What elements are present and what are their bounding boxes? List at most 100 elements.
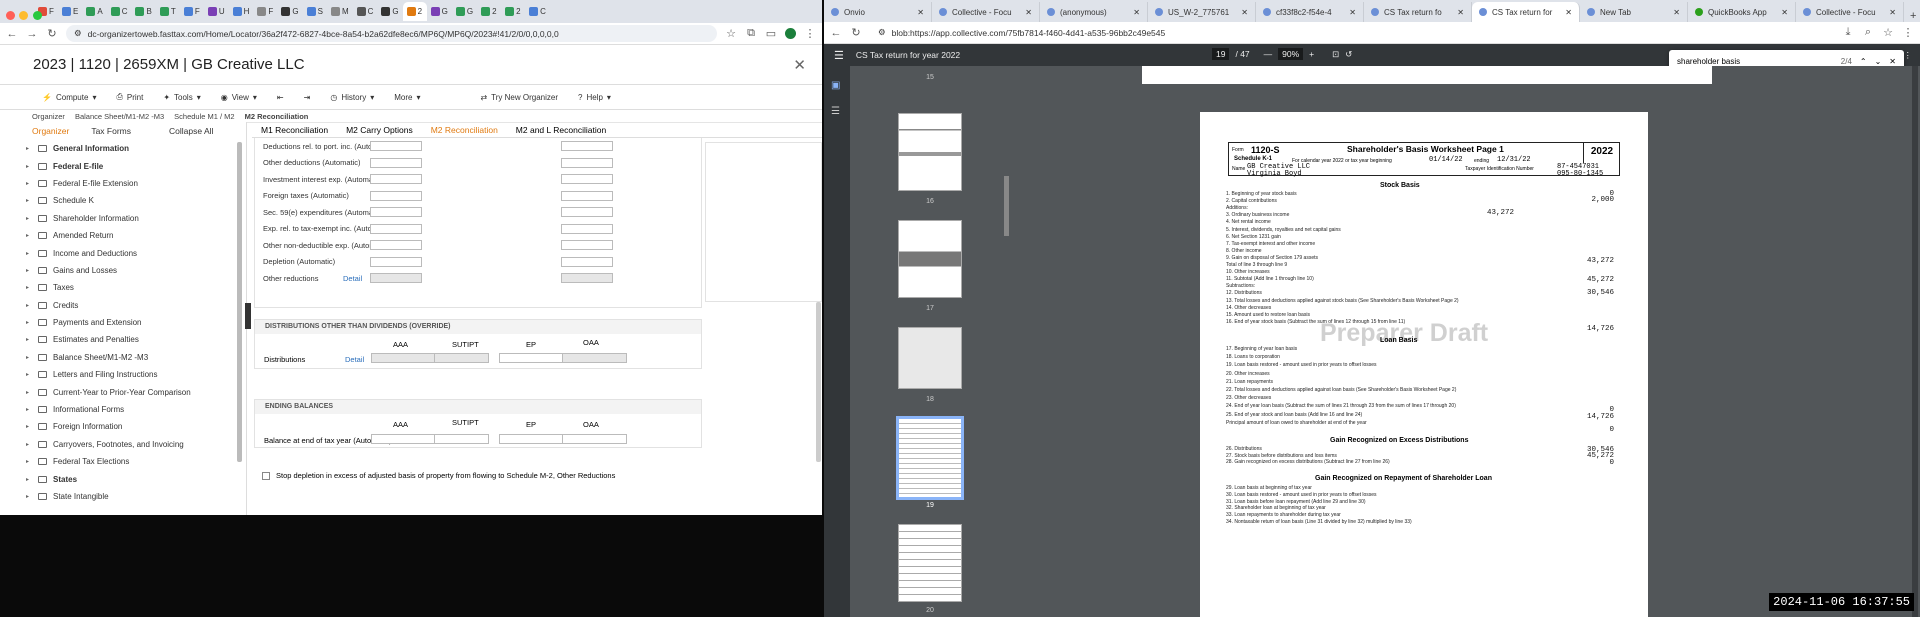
view-menu[interactable]: ◉ View ▾ — [211, 93, 267, 102]
pdf-page-input[interactable]: 19 — [1212, 48, 1230, 60]
browser-tab[interactable]: G — [277, 2, 302, 21]
browser-tab[interactable]: 2 — [501, 2, 525, 21]
sidebar-item[interactable]: ▸ Taxes — [0, 279, 246, 296]
browser-tab[interactable]: F — [253, 2, 277, 21]
profile-avatar[interactable] — [785, 28, 796, 39]
reduction-aaa-field[interactable] — [370, 207, 422, 217]
expand-arrow-icon[interactable]: ▸ — [26, 336, 32, 343]
breadcrumb-item[interactable]: Organizer — [32, 112, 65, 121]
browser-tab[interactable]: (anonymous) ✕ — [1040, 2, 1148, 22]
reload-icon[interactable]: ↻ — [850, 26, 862, 39]
browser-tab[interactable]: CS Tax return fo ✕ — [1364, 2, 1472, 22]
expand-arrow-icon[interactable]: ▸ — [26, 441, 32, 448]
breadcrumb-item[interactable]: Balance Sheet/M1-M2 -M3 — [75, 112, 164, 121]
browser-tab[interactable]: T — [156, 2, 180, 21]
close-icon[interactable]: ✕ — [793, 56, 806, 74]
sidebar-item[interactable]: ▸ Letters and Filing Instructions — [0, 366, 246, 383]
expand-arrow-icon[interactable]: ▸ — [26, 180, 32, 187]
reduction-aaa-field[interactable] — [370, 240, 422, 250]
tab-m1-reconciliation[interactable]: M1 Reconciliation — [261, 125, 328, 135]
browser-tab[interactable]: H — [229, 2, 254, 21]
browser-tab[interactable]: US_W-2_775761 ✕ — [1148, 2, 1256, 22]
zoom-in-icon[interactable]: + — [1309, 49, 1314, 59]
reduction-oaa-field[interactable] — [561, 157, 613, 168]
tab-close-icon[interactable]: ✕ — [1133, 8, 1140, 17]
reduction-oaa-field[interactable] — [561, 174, 613, 184]
thumbnails-icon[interactable]: ▣ — [831, 80, 840, 91]
tab-close-icon[interactable]: ✕ — [1457, 8, 1464, 17]
tab-close-icon[interactable]: ✕ — [1565, 8, 1572, 17]
collapse-all-link[interactable]: Collapse All — [169, 126, 213, 136]
rotate-icon[interactable]: ↺ — [1345, 49, 1352, 60]
expand-arrow-icon[interactable]: ▸ — [26, 215, 32, 222]
tab-close-icon[interactable]: ✕ — [1349, 8, 1356, 17]
distributions-ep-field[interactable] — [499, 353, 564, 363]
expand-arrow-icon[interactable]: ▸ — [26, 197, 32, 204]
expand-arrow-icon[interactable]: ▸ — [26, 302, 32, 309]
reduction-aaa-field[interactable] — [370, 256, 422, 267]
sidebar-item[interactable]: ▸ States — [0, 470, 246, 487]
back-icon[interactable]: ← — [830, 27, 842, 39]
tab-close-icon[interactable]: ✕ — [917, 8, 924, 17]
tab-close-icon[interactable]: ✕ — [1025, 8, 1032, 17]
expand-arrow-icon[interactable]: ▸ — [26, 476, 32, 483]
sidebar-scrollbar[interactable] — [237, 142, 242, 462]
tab-close-icon[interactable]: ✕ — [1781, 8, 1788, 17]
close-window-button[interactable] — [6, 11, 15, 20]
page-thumbnail[interactable] — [898, 524, 962, 602]
expand-arrow-icon[interactable]: ▸ — [26, 371, 32, 378]
tools-menu[interactable]: ✦ Tools ▾ — [153, 93, 210, 102]
extensions-icon[interactable]: ⧉ — [745, 27, 757, 40]
more-menu[interactable]: More ▾ — [384, 93, 430, 102]
balance-sutipt-field[interactable] — [434, 434, 489, 444]
print-button[interactable]: ⎙ Print — [106, 92, 153, 102]
history-menu[interactable]: ◷ History ▾ — [320, 93, 384, 102]
form-scrollbar[interactable] — [816, 302, 821, 462]
help-menu[interactable]: ? Help ▾ — [568, 93, 621, 102]
bookmark-star-icon[interactable]: ☆ — [725, 27, 737, 40]
distributions-sutipt-field[interactable] — [434, 353, 489, 363]
tab-close-icon[interactable]: ✕ — [1889, 8, 1896, 17]
expand-arrow-icon[interactable]: ▸ — [26, 232, 32, 239]
balance-oaa-field[interactable] — [562, 434, 627, 444]
browser-tab[interactable]: G — [452, 2, 477, 21]
zoom-icon[interactable]: ⌕ — [1862, 26, 1874, 39]
sidebar-item[interactable]: ▸ Credits — [0, 297, 246, 314]
tab-close-icon[interactable]: ✕ — [1673, 8, 1680, 17]
reduction-oaa-field[interactable] — [561, 240, 613, 250]
panel-collapse-handle[interactable] — [245, 303, 251, 329]
pdf-zoom-input[interactable]: 90% — [1278, 48, 1304, 60]
page-thumbnail[interactable] — [898, 113, 962, 191]
sidebar-item[interactable]: ▸ Federal Tax Elections — [0, 453, 246, 470]
sidebar-item[interactable]: ▸ Estimates and Penalties — [0, 331, 246, 348]
reduction-oaa-field[interactable] — [561, 141, 613, 151]
more-options-icon[interactable]: ⋮ — [1904, 50, 1913, 61]
page-thumbnail-current[interactable] — [896, 416, 964, 500]
thumbnail-scrollbar[interactable] — [1004, 176, 1009, 236]
expand-arrow-icon[interactable]: ▸ — [26, 493, 32, 500]
sidebar-item[interactable]: ▸ Payments and Extension — [0, 314, 246, 331]
site-info-icon[interactable]: ⚙ — [878, 27, 886, 38]
browser-tab[interactable]: C — [107, 2, 132, 21]
breadcrumb-item[interactable]: Schedule M1 / M2 — [174, 112, 234, 121]
browser-tab[interactable]: New Tab ✕ — [1580, 2, 1688, 22]
reload-icon[interactable]: ↻ — [46, 27, 58, 40]
expand-arrow-icon[interactable]: ▸ — [26, 267, 32, 274]
browser-tab[interactable]: G — [377, 2, 402, 21]
distributions-detail-link[interactable]: Detail — [345, 355, 364, 364]
sidebar-item[interactable]: ▸ Federal E-file — [0, 157, 246, 174]
expand-arrow-icon[interactable]: ▸ — [26, 250, 32, 257]
reduction-aaa-field[interactable] — [370, 141, 422, 151]
sidebar-item[interactable]: ▸ State Intangible — [0, 488, 246, 505]
distributions-aaa-field[interactable] — [371, 353, 435, 363]
sidebar-item[interactable]: ▸ Informational Forms — [0, 401, 246, 418]
maximize-window-button[interactable] — [32, 11, 42, 20]
sidebar-item[interactable]: ▸ Gains and Losses — [0, 262, 246, 279]
find-close-icon[interactable]: ✕ — [1889, 57, 1896, 66]
reduction-oaa-field[interactable] — [561, 273, 613, 283]
browser-tab[interactable]: 2 — [477, 2, 501, 21]
browser-tab[interactable]: E — [58, 2, 82, 21]
reduction-aaa-field[interactable] — [370, 157, 422, 168]
find-prev-icon[interactable]: ⌃ — [1860, 57, 1867, 66]
reduction-aaa-field[interactable] — [370, 190, 422, 201]
